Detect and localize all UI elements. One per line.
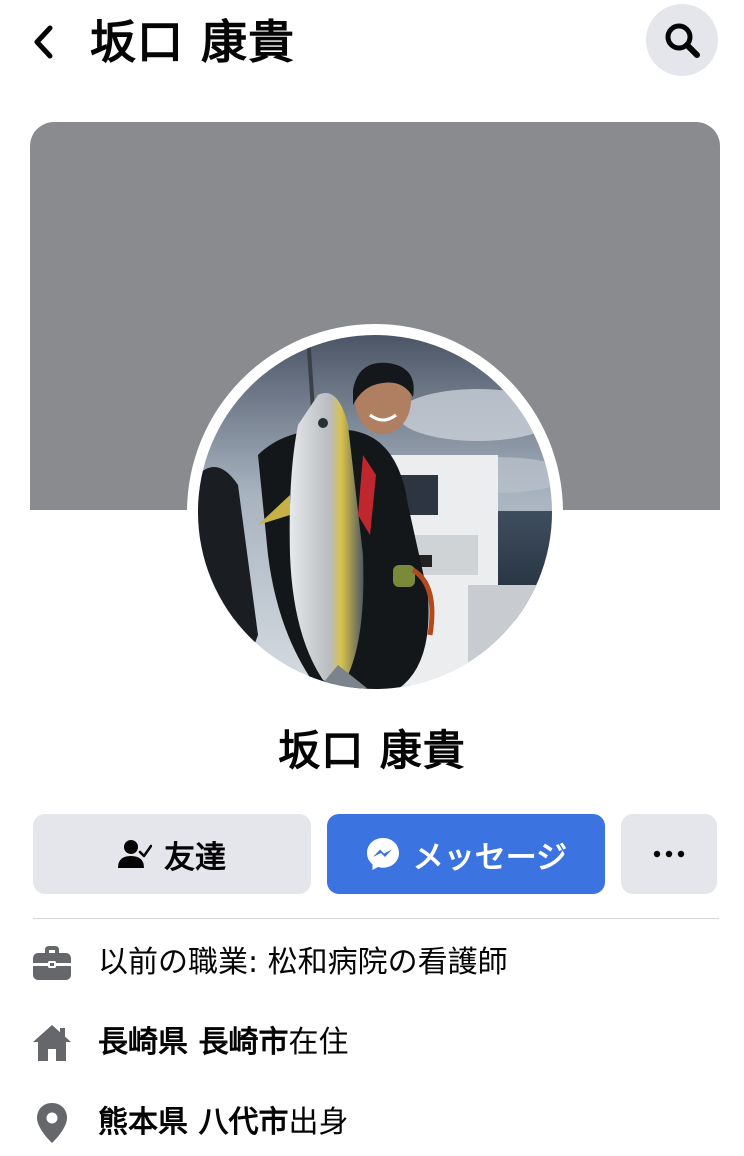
home-icon xyxy=(30,1021,74,1065)
briefcase-icon xyxy=(30,941,74,985)
from-suffix: 出身 xyxy=(288,1105,349,1140)
message-label: メッセージ xyxy=(412,839,568,876)
more-dots-icon xyxy=(653,850,685,858)
friends-label: 友達 xyxy=(164,839,226,876)
search-icon xyxy=(665,23,700,58)
back-button[interactable] xyxy=(26,20,60,64)
lives-in-city[interactable]: 長崎市 xyxy=(198,1025,288,1060)
location-pin-icon xyxy=(30,1101,74,1145)
intro-work-row: 以前の職業: 松和病院の看護師 xyxy=(30,936,720,990)
intro-lives-in-text: 長崎県 長崎市在住 xyxy=(98,1023,348,1063)
intro-work-text: 以前の職業: 松和病院の看護師 xyxy=(98,945,508,980)
more-options-button[interactable] xyxy=(621,814,717,894)
from-city[interactable]: 八代市 xyxy=(198,1105,288,1140)
messenger-icon xyxy=(365,836,401,872)
from-prefecture[interactable]: 熊本県 xyxy=(98,1105,188,1140)
profile-picture[interactable] xyxy=(187,324,563,700)
friend-check-icon xyxy=(118,838,152,870)
avatar xyxy=(198,335,552,689)
intro-from-text: 熊本県 八代市出身 xyxy=(98,1103,348,1143)
avatar-photo xyxy=(198,335,552,689)
top-bar: 坂口 康貴 xyxy=(0,0,744,84)
lives-in-prefecture[interactable]: 長崎県 xyxy=(98,1025,188,1060)
intro-from-row: 熊本県 八代市出身 xyxy=(30,1096,720,1150)
search-button[interactable] xyxy=(646,4,718,76)
intro-lives-in-row: 長崎県 長崎市在住 xyxy=(30,1016,720,1070)
friends-button[interactable]: 友達 xyxy=(33,814,311,894)
message-button[interactable]: メッセージ xyxy=(327,814,605,894)
profile-name: 坂口 康貴 xyxy=(278,726,466,775)
chevron-left-icon xyxy=(34,25,53,59)
lives-in-suffix: 在住 xyxy=(288,1025,349,1060)
page-title: 坂口 康貴 xyxy=(90,15,296,69)
divider xyxy=(33,918,719,919)
